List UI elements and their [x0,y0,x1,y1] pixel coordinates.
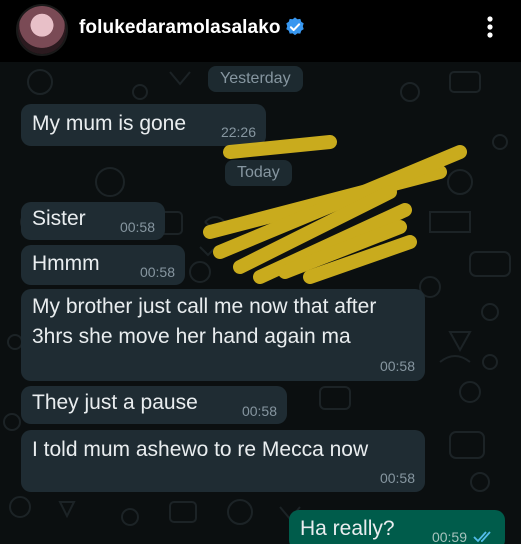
message-text: They just a pause [32,391,198,414]
date-separator-today: Today [225,160,292,186]
message-text: Sister [32,207,86,230]
chat-header: folukedaramolasalako [0,0,521,62]
message-time: 00:58 [119,219,155,235]
chat-area[interactable]: Yesterday My mum is gone 22:26 Today Sis… [0,62,521,544]
message-bubble-incoming[interactable]: They just a pause 00:58 [21,386,287,424]
message-bubble-incoming[interactable]: My brother just call me now that after 3… [21,289,425,381]
message-bubble-incoming[interactable]: I told mum ashewo to re Mecca now 00:58 [21,430,425,492]
message-text: Hmmm [32,252,100,275]
profile-username[interactable]: folukedaramolasalako [79,17,281,39]
message-time: 00:58 [139,264,175,280]
message-text: My mum is gone [32,112,187,135]
message-text: I told mum ashewo to re Mecca now [32,438,369,461]
message-text: My brother just call me now that after 3… [32,295,377,348]
message-time: 00:59 [431,529,467,544]
message-bubble-incoming[interactable]: My mum is gone 22:26 [21,104,266,146]
message-time: 22:26 [220,124,256,140]
read-receipt-icon [473,531,491,543]
date-separator-yesterday: Yesterday [208,66,303,92]
message-time: 00:58 [379,358,415,374]
profile-avatar[interactable] [18,6,66,54]
more-vertical-icon[interactable] [480,12,500,42]
message-time: 00:58 [379,470,415,486]
verified-badge-icon [286,17,304,36]
message-bubble-incoming[interactable]: Sister 00:58 [21,202,165,240]
message-bubble-outgoing[interactable]: Ha really? 00:59 [289,510,505,544]
message-text: Ha really? [300,517,395,540]
message-bubble-incoming[interactable]: Hmmm 00:58 [21,245,185,285]
message-time: 00:58 [241,403,277,419]
